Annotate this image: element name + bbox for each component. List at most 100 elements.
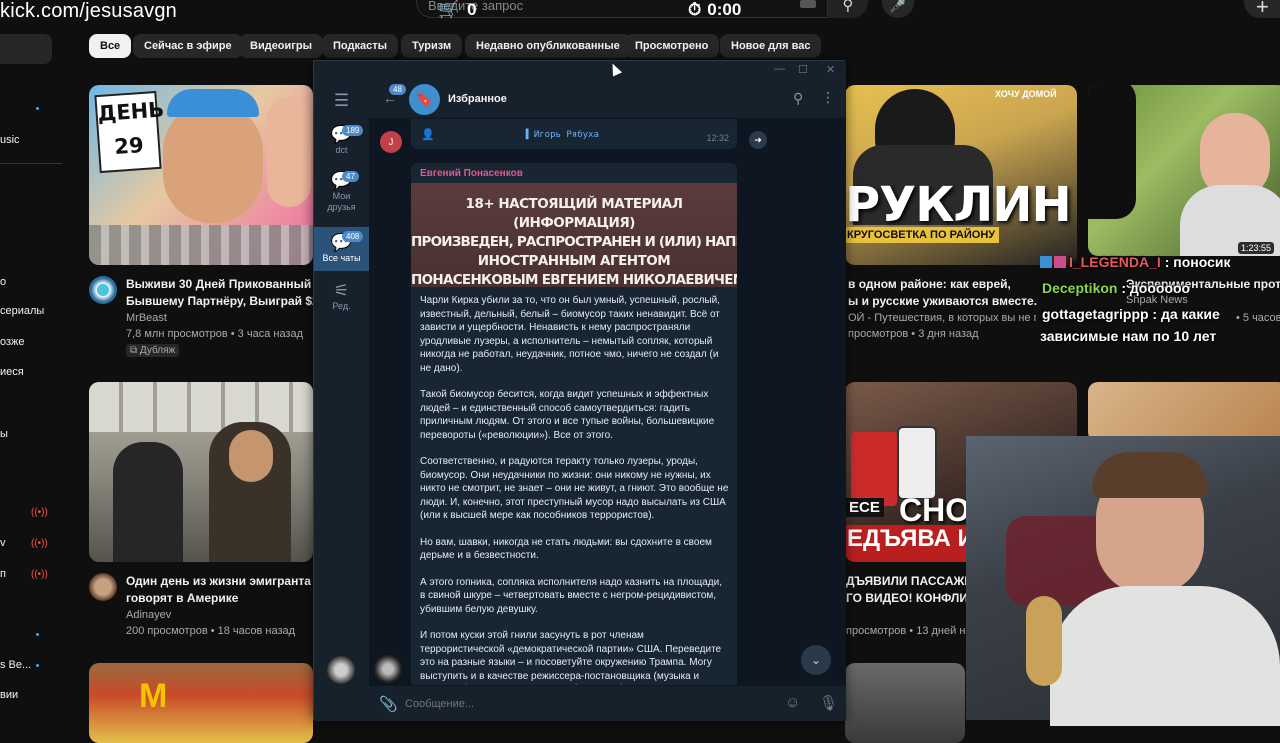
sidebar-item-music[interactable]: usic: [0, 134, 20, 146]
timer-value: 0:00: [707, 0, 742, 19]
channel-avatar[interactable]: [89, 573, 117, 601]
folder-rail: ☰ 💬 dct 189 💬 Мои друзья 47 💬 Все чаты 4…: [314, 81, 369, 721]
title-bar[interactable]: — ☐ ✕: [314, 61, 846, 81]
video-title-line2[interactable]: ы и русские уживаются вместе.: [848, 293, 1038, 310]
scroll-down-button[interactable]: ⌄: [801, 645, 831, 675]
telegram-window[interactable]: — ☐ ✕ ☰ 💬 dct 189 💬 Мои друзья 47 💬 Все …: [313, 60, 846, 721]
thumb-cap: [167, 89, 259, 117]
channel-name[interactable]: Adinayev: [126, 609, 171, 621]
chat-text: : доооооо: [1117, 280, 1191, 296]
sidebar-item-later[interactable]: озже: [0, 336, 25, 348]
search-button[interactable]: ⚲: [828, 0, 868, 18]
chip-tourism[interactable]: Туризм: [401, 34, 463, 58]
folder-dct[interactable]: 💬 dct 189: [314, 125, 369, 165]
sidebar-channel[interactable]: v: [0, 537, 6, 549]
forwarded-message[interactable]: 👤 ▐ Игорь Рябуха 12:32: [411, 119, 737, 149]
chat-message-cont: зависимые нам по 10 лет: [1040, 328, 1217, 344]
video-thumbnail[interactable]: ХОЧУ ДОМОЙ РУКЛИН КРУГОСВЕТКА ПО РАЙОНУ: [845, 85, 1077, 265]
new-content-dot: [36, 664, 39, 667]
profile-avatar[interactable]: [327, 656, 355, 684]
microphone-icon[interactable]: 🎙: [819, 694, 838, 712]
menu-button[interactable]: ☰: [314, 91, 369, 113]
video-title[interactable]: ДЪЯВИЛИ ПАССАЖИ: [846, 573, 968, 590]
thumb-red-panel: [851, 432, 897, 506]
search-icon[interactable]: ⚲: [793, 90, 803, 107]
chip-recent[interactable]: Недавно опубликованные: [465, 34, 631, 58]
new-content-dot: [36, 107, 39, 110]
search-icon: ⚲: [842, 0, 854, 14]
chat-area[interactable]: 👤 ▐ Игорь Рябуха 12:32 J ➜ Евгений Понас…: [369, 119, 846, 685]
sidebar-item[interactable]: ы: [0, 428, 8, 440]
dubbed-badge: ⧉ Дубляж: [126, 344, 180, 357]
chip-live[interactable]: Сейчас в эфире: [133, 34, 243, 58]
post-paragraph: Такой биомусор бесится, когда видит успе…: [420, 389, 715, 441]
channel-avatar[interactable]: [89, 276, 117, 304]
post-paragraph: А этого гопника, сопляка исполнителя над…: [420, 576, 722, 615]
thumb-phone: [897, 426, 937, 500]
more-icon[interactable]: ⋮: [821, 89, 835, 106]
video-title-line2[interactable]: Бывшему Партнёру, Выиграй $250: [126, 293, 313, 310]
message-composer: 📎 ☺ 🎙: [369, 685, 846, 721]
video-title[interactable]: Один день из жизни эмигранта |: [126, 573, 316, 590]
hamburger-icon: ☰: [333, 91, 350, 110]
stream-timer: ⏱ 0:00: [688, 0, 741, 20]
chip-videogames[interactable]: Видеоигры: [239, 34, 323, 58]
paperclip-icon[interactable]: 📎: [379, 695, 398, 713]
voice-search-button[interactable]: 🎤: [882, 0, 914, 18]
unread-badge: 47: [342, 171, 359, 182]
create-button[interactable]: +: [1244, 0, 1280, 19]
sender-avatar[interactable]: J: [380, 131, 402, 153]
sidebar-channel[interactable]: п: [0, 568, 6, 580]
thumb-person-1: [113, 442, 183, 562]
video-title-line2[interactable]: говорят в Америке: [126, 590, 316, 607]
emoji-icon[interactable]: ☺: [785, 694, 800, 711]
video-thumbnail[interactable]: 1:23:55: [1088, 85, 1280, 256]
video-thumbnail[interactable]: [845, 663, 965, 743]
chat-text: : да какие: [1148, 306, 1220, 322]
stopwatch-icon: ⏱: [688, 0, 702, 19]
minimize-icon[interactable]: —: [774, 63, 785, 75]
webcam-feed: [966, 436, 1280, 726]
folder-all-chats[interactable]: 💬 Все чаты 408: [314, 227, 369, 271]
video-thumbnail[interactable]: [1088, 382, 1280, 442]
sidebar-item-series[interactable]: сериалы: [0, 305, 44, 317]
sidebar-channel[interactable]: s Be...: [0, 659, 31, 671]
disclaimer-banner: 18+ НАСТОЯЩИЙ МАТЕРИАЛ (ИНФОРМАЦИЯ) ПРОИ…: [411, 183, 737, 288]
share-icon[interactable]: ➜: [749, 131, 767, 149]
chip-watched[interactable]: Просмотрено: [624, 34, 720, 58]
webcam-shirt: [1050, 586, 1280, 726]
sidebar-item-home[interactable]: [0, 34, 52, 64]
banner-line: ПРОИЗВЕДЕН, РАСПРОСТРАНЕН И (ИЛИ) НАПРАВ…: [411, 234, 737, 250]
folder-label: Все чаты: [322, 253, 361, 263]
video-thumbnail[interactable]: ДЕНЬ 29: [89, 85, 313, 265]
mic-icon: 🎤: [889, 0, 907, 13]
counter-value: 0: [467, 0, 477, 19]
maximize-icon[interactable]: ☐: [798, 63, 808, 76]
video-title[interactable]: Выживи 30 Дней Прикованный К: [126, 276, 313, 293]
sidebar-channel[interactable]: вии: [0, 689, 18, 701]
folder-friends[interactable]: 💬 Мои друзья 47: [314, 171, 369, 223]
chip-podcasts[interactable]: Подкасты: [322, 34, 398, 58]
sidebar-item-liked[interactable]: иеся: [0, 366, 24, 378]
banner-line: ПОНАСЕНКОВЫМ ЕВГЕНИЕМ НИКОЛАЕВИЧЕМ: [411, 272, 737, 288]
keyboard-icon[interactable]: [800, 0, 816, 8]
chip-new-for-you[interactable]: Новое для вас: [720, 34, 822, 58]
chip-all[interactable]: Все: [89, 34, 132, 58]
channel-name[interactable]: ОЙ - Путешествия, в которых вы не посм: [848, 312, 1036, 324]
thumb-corner-text: ХОЧУ ДОМОЙ: [995, 89, 1057, 99]
channel-name[interactable]: MrBeast: [126, 312, 167, 324]
channel-post[interactable]: Евгений Понасенков 18+ НАСТОЯЩИЙ МАТЕРИА…: [411, 163, 737, 685]
folder-label: Ред.: [332, 301, 351, 311]
video-thumbnail[interactable]: M: [89, 663, 313, 743]
webcam-mic: [1026, 596, 1062, 686]
person-icon: 👤: [421, 129, 435, 141]
message-input[interactable]: [405, 694, 765, 714]
video-title-line2[interactable]: ГО ВИДЕО! КОНФЛИК: [846, 590, 968, 607]
video-title[interactable]: в одном районе: как еврей,: [848, 276, 1038, 293]
video-thumbnail[interactable]: [89, 382, 313, 562]
channel-avatar[interactable]: [374, 655, 402, 683]
chat-header: ← 48 🔖 Избранное ⚲ ⋮: [369, 81, 846, 119]
sidebar-item[interactable]: о: [0, 276, 6, 288]
folder-edit[interactable]: ⚟ Ред.: [314, 281, 369, 317]
close-icon[interactable]: ✕: [826, 63, 835, 76]
